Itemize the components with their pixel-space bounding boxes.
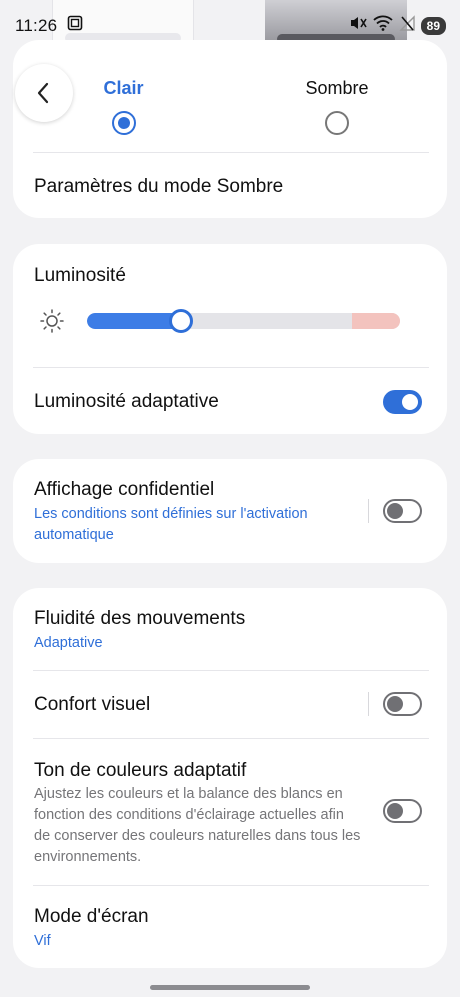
adaptive-color-tone-title: Ton de couleurs adaptatif bbox=[34, 760, 247, 781]
brightness-slider[interactable] bbox=[87, 313, 400, 329]
sun-icon bbox=[40, 309, 64, 333]
privacy-display-card[interactable]: Affichage confidentiel Les conditions so… bbox=[13, 459, 447, 563]
separator bbox=[368, 692, 369, 716]
screenshot-icon bbox=[67, 15, 83, 36]
divider bbox=[33, 367, 429, 368]
privacy-display-title: Affichage confidentiel bbox=[34, 479, 215, 500]
divider bbox=[33, 152, 429, 153]
battery-indicator: 89 bbox=[420, 16, 446, 35]
eye-comfort-title[interactable]: Confort visuel bbox=[34, 694, 150, 716]
adaptive-color-tone-toggle[interactable] bbox=[383, 799, 422, 823]
theme-card: Clair Sombre Paramètres du mode Sombre bbox=[13, 40, 447, 218]
screen-mode-title[interactable]: Mode d'écran bbox=[34, 906, 149, 928]
divider bbox=[33, 885, 429, 886]
display-options-card: Fluidité des mouvements Adaptative Confo… bbox=[13, 588, 447, 968]
back-button[interactable] bbox=[15, 64, 73, 122]
theme-dark-radio[interactable] bbox=[325, 111, 349, 135]
adaptive-color-tone-description: Ajustez les couleurs et la balance des b… bbox=[34, 786, 361, 865]
adaptive-brightness-toggle[interactable] bbox=[383, 390, 422, 414]
no-signal-icon bbox=[398, 15, 415, 36]
theme-option-dark[interactable]: Sombre bbox=[297, 78, 377, 135]
privacy-display-toggle[interactable] bbox=[383, 499, 422, 523]
brightness-high-zone bbox=[352, 313, 400, 329]
home-indicator[interactable] bbox=[150, 985, 310, 990]
theme-light-radio[interactable] bbox=[111, 111, 136, 135]
theme-light-label: Clair bbox=[103, 78, 144, 98]
wifi-icon bbox=[373, 15, 393, 36]
theme-option-light[interactable]: Clair bbox=[96, 78, 151, 135]
status-time: 11:26 bbox=[15, 15, 58, 35]
brightness-slider-fill bbox=[87, 313, 181, 329]
theme-dark-label: Sombre bbox=[305, 78, 369, 98]
brightness-card: Luminosité Luminosité adaptative bbox=[13, 244, 447, 434]
status-bar: 11:26 89 bbox=[0, 0, 460, 52]
motion-smoothness-title[interactable]: Fluidité des mouvements bbox=[34, 608, 245, 630]
divider bbox=[33, 670, 429, 671]
mute-icon bbox=[349, 15, 367, 36]
adaptive-brightness-label: Luminosité adaptative bbox=[34, 391, 219, 412]
eye-comfort-toggle[interactable] bbox=[383, 692, 422, 716]
motion-smoothness-value: Adaptative bbox=[34, 635, 103, 651]
privacy-display-subtitle: Les conditions sont définies sur l'activ… bbox=[34, 506, 308, 543]
brightness-slider-thumb[interactable] bbox=[168, 309, 193, 333]
chevron-left-icon bbox=[37, 82, 49, 104]
screen-mode-value: Vif bbox=[34, 933, 51, 949]
divider bbox=[33, 738, 429, 739]
dark-mode-settings-item[interactable]: Paramètres du mode Sombre bbox=[34, 176, 283, 198]
separator bbox=[368, 499, 369, 523]
brightness-title: Luminosité bbox=[34, 265, 126, 286]
